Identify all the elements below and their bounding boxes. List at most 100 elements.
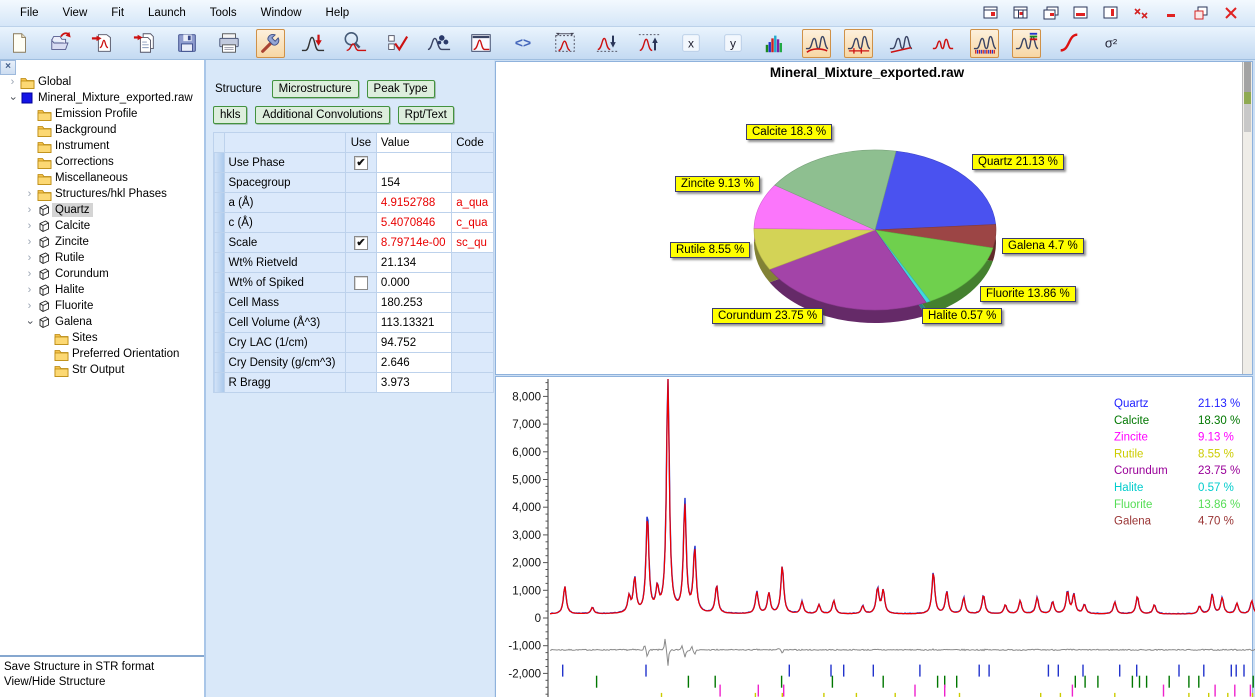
chevron-collapsed-icon[interactable]: ›	[23, 189, 36, 200]
code-editor-icon[interactable]: <>	[508, 29, 537, 58]
tree-item-preferred-orientation[interactable]: Preferred Orientation	[0, 346, 204, 362]
menu-view[interactable]: View	[51, 3, 100, 23]
pie-chart[interactable]	[496, 62, 1254, 372]
close-all-windows-icon[interactable]	[1132, 6, 1149, 21]
tree-item-corundum[interactable]: ›Corundum	[0, 266, 204, 282]
shift-peak-up-icon[interactable]	[634, 29, 663, 58]
tab-peak-type[interactable]: Peak Type	[367, 80, 435, 98]
show-difference-icon[interactable]	[844, 29, 873, 58]
tree-item-background[interactable]: Background	[0, 122, 204, 138]
fit-wrench-icon[interactable]	[256, 29, 285, 58]
param-code[interactable]	[452, 353, 494, 373]
chevron-collapsed-icon[interactable]: ›	[23, 285, 36, 296]
tree-item-instrument[interactable]: Instrument	[0, 138, 204, 154]
restore-window-icon[interactable]	[1192, 6, 1209, 21]
row-handle[interactable]	[214, 333, 225, 353]
menu-fit[interactable]: Fit	[99, 3, 136, 23]
param-value[interactable]: 154	[376, 173, 451, 193]
chevron-collapsed-icon[interactable]: ›	[6, 77, 19, 88]
row-handle[interactable]	[214, 153, 225, 173]
smooth-curve-icon[interactable]	[1054, 29, 1083, 58]
row-handle[interactable]	[214, 293, 225, 313]
chevron-collapsed-icon[interactable]: ›	[23, 237, 36, 248]
close-panel-button[interactable]: ×	[0, 60, 16, 75]
param-code[interactable]	[452, 333, 494, 353]
x-axis-icon[interactable]: x	[676, 29, 705, 58]
row-handle[interactable]	[214, 233, 225, 253]
tree-item-zincite[interactable]: ›Zincite	[0, 234, 204, 250]
save-icon[interactable]	[172, 29, 201, 58]
row-handle[interactable]	[214, 373, 225, 393]
tree-item-halite[interactable]: ›Halite	[0, 282, 204, 298]
row-handle[interactable]	[214, 353, 225, 373]
param-value[interactable]: 3.973	[376, 373, 451, 393]
chevron-collapsed-icon[interactable]: ›	[23, 253, 36, 264]
param-value[interactable]: 0.000	[376, 273, 451, 293]
param-code[interactable]	[452, 173, 494, 193]
tree-item-global[interactable]: ›Global	[0, 74, 204, 90]
checkbox-unchecked[interactable]	[354, 276, 368, 290]
cascade-windows-icon[interactable]	[1042, 6, 1059, 21]
row-handle[interactable]	[214, 313, 225, 333]
param-code[interactable]: a_qua	[452, 193, 494, 213]
param-code[interactable]	[452, 153, 494, 173]
import-data-file-icon[interactable]	[88, 29, 117, 58]
tree-item-mineral-mixture-exported-raw[interactable]: ›Mineral_Mixture_exported.raw	[0, 90, 204, 106]
menu-help[interactable]: Help	[314, 3, 362, 23]
tree-item-galena[interactable]: ›Galena	[0, 314, 204, 330]
row-handle[interactable]	[214, 213, 225, 233]
param-value[interactable]: 21.134	[376, 253, 451, 273]
tree-item-fluorite[interactable]: ›Fluorite	[0, 298, 204, 314]
param-code[interactable]	[452, 253, 494, 273]
shift-peak-down-icon[interactable]	[592, 29, 621, 58]
param-code[interactable]	[452, 373, 494, 393]
import-parameters-file-icon[interactable]	[130, 29, 159, 58]
show-legend-icon[interactable]	[1012, 29, 1041, 58]
tab-rpt-text[interactable]: Rpt/Text	[398, 106, 454, 124]
tree-item-quartz[interactable]: ›Quartz	[0, 202, 204, 218]
sigma-squared-icon[interactable]: σ²	[1096, 29, 1125, 58]
param-value[interactable]: 8.79714e-00	[376, 233, 451, 253]
tree-item-emission-profile[interactable]: Emission Profile	[0, 106, 204, 122]
range-select-icon[interactable]	[550, 29, 579, 58]
new-window-icon[interactable]	[982, 6, 999, 21]
tree-item-corrections[interactable]: Corrections	[0, 154, 204, 170]
param-value[interactable]: 113.13321	[376, 313, 451, 333]
param-code[interactable]	[452, 273, 494, 293]
tile-windows-icon[interactable]	[1012, 6, 1029, 21]
show-calculated-icon[interactable]	[928, 29, 957, 58]
tab-microstructure[interactable]: Microstructure	[272, 80, 359, 98]
row-handle[interactable]	[214, 173, 225, 193]
row-handle[interactable]	[214, 253, 225, 273]
param-value[interactable]: 94.752	[376, 333, 451, 353]
plot-scrollbar[interactable]	[1242, 62, 1252, 374]
scale-plot-window-icon[interactable]	[466, 29, 495, 58]
menu-window[interactable]: Window	[249, 3, 314, 23]
chevron-expanded-icon[interactable]: ›	[7, 92, 18, 105]
param-code[interactable]	[452, 293, 494, 313]
open-file-icon[interactable]	[46, 29, 75, 58]
param-code[interactable]	[452, 313, 494, 333]
param-value[interactable]: 5.4070846	[376, 213, 451, 233]
tab-hkls[interactable]: hkls	[213, 106, 247, 124]
param-value[interactable]: 4.9152788	[376, 193, 451, 213]
tree-item-miscellaneous[interactable]: Miscellaneous	[0, 170, 204, 186]
waterfall-view-icon[interactable]	[760, 29, 789, 58]
row-handle[interactable]	[214, 273, 225, 293]
param-value[interactable]	[376, 153, 451, 173]
tab-structure[interactable]: Structure	[213, 81, 264, 97]
chevron-expanded-icon[interactable]: ›	[24, 316, 35, 329]
menu-launch[interactable]: Launch	[136, 3, 198, 23]
param-value[interactable]: 2.646	[376, 353, 451, 373]
zoom-peak-icon[interactable]	[340, 29, 369, 58]
checkbox-checked[interactable]: ✔	[354, 156, 368, 170]
diffraction-plot[interactable]: 8,0007,0006,0005,0004,0003,0002,0001,000…	[496, 377, 1255, 697]
tree-item-calcite[interactable]: ›Calcite	[0, 218, 204, 234]
chevron-collapsed-icon[interactable]: ›	[23, 269, 36, 280]
tree-item-rutile[interactable]: ›Rutile	[0, 250, 204, 266]
menu-file[interactable]: File	[8, 3, 51, 23]
print-icon[interactable]	[214, 29, 243, 58]
chevron-collapsed-icon[interactable]: ›	[23, 205, 36, 216]
convolutions-icon[interactable]	[424, 29, 453, 58]
param-code[interactable]: c_qua	[452, 213, 494, 233]
